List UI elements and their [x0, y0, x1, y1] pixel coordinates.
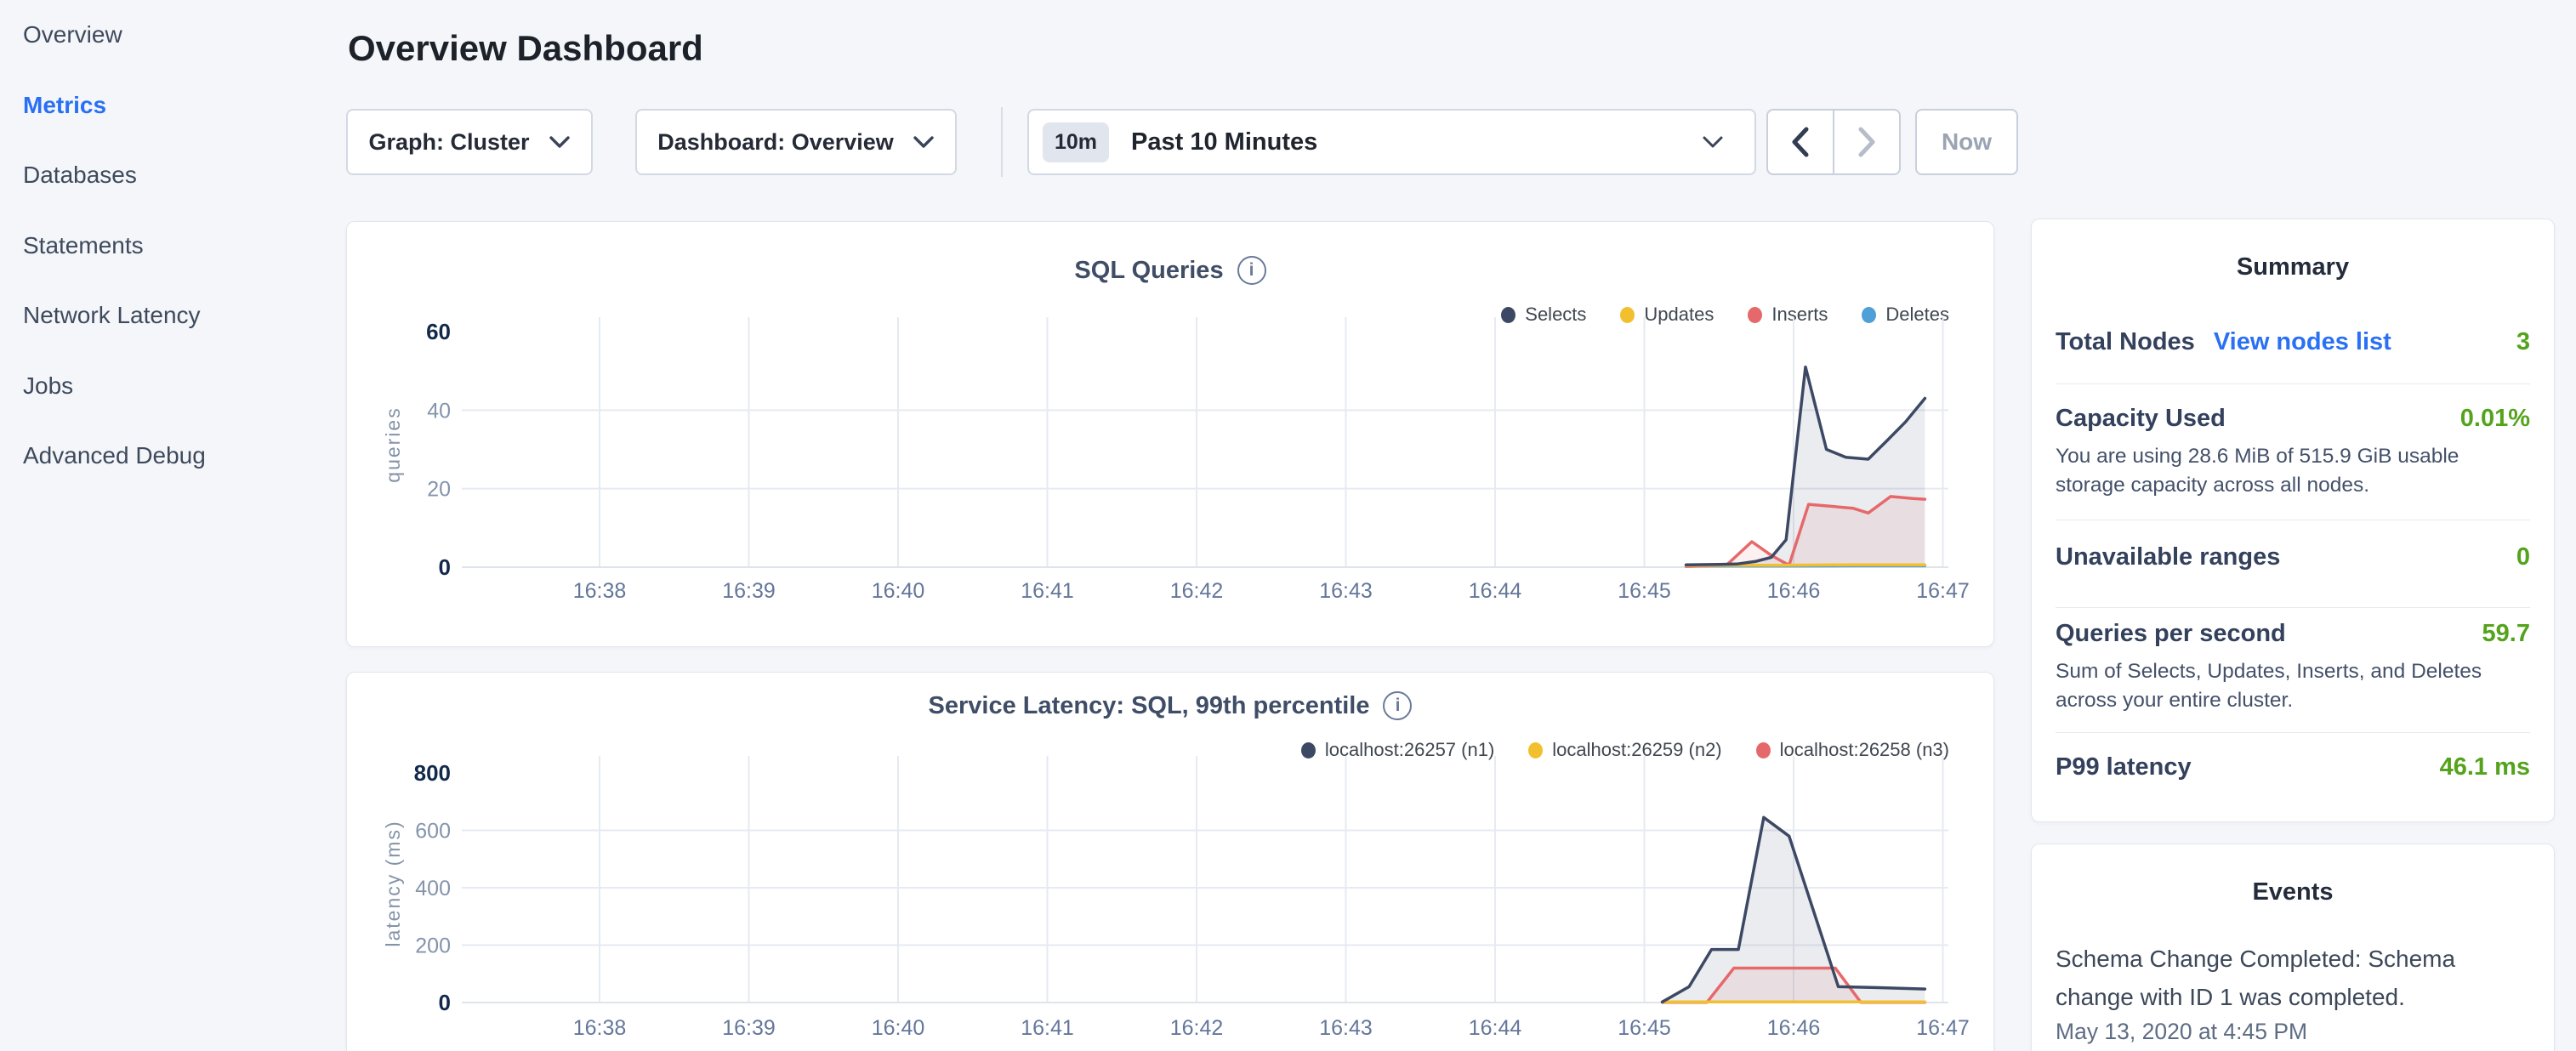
time-range-badge: 10m — [1043, 122, 1109, 162]
prev-time-button[interactable] — [1768, 111, 1834, 173]
summary-divider — [2056, 732, 2530, 733]
chevron-down-icon — [1702, 135, 1724, 149]
sidebar-item-metrics[interactable]: Metrics — [0, 71, 340, 141]
sidebar-item-network-latency[interactable]: Network Latency — [0, 281, 340, 351]
sidebar-item-jobs[interactable]: Jobs — [0, 351, 340, 422]
summary-row: Unavailable ranges 0 — [2056, 543, 2530, 571]
summary-title: Summary — [2032, 253, 2554, 281]
x-tick-label: 16:44 — [1469, 579, 1522, 603]
graph-dropdown[interactable]: Graph: Cluster — [346, 109, 593, 175]
summary-row-label: Unavailable ranges — [2056, 543, 2280, 571]
page-title: Overview Dashboard — [348, 28, 703, 69]
summary-row-label: P99 latency — [2056, 753, 2192, 781]
chevron-down-icon — [549, 135, 571, 149]
y-tick-label: 60 — [426, 319, 451, 344]
x-tick-label: 16:44 — [1469, 1016, 1522, 1040]
x-tick-label: 16:45 — [1618, 1016, 1671, 1040]
x-tick-label: 16:43 — [1319, 579, 1373, 603]
event-timestamp: May 13, 2020 at 4:45 PM — [2056, 1019, 2530, 1045]
view-nodes-list-link[interactable]: View nodes list — [2214, 328, 2391, 356]
summary-row-value: 59.7 — [2482, 620, 2530, 648]
sql-queries-plot: 16:38 16:39 16:40 16:41 16:42 16:43 16:44 16:45… — [347, 222, 1995, 648]
x-tick-label: 16:41 — [1021, 1016, 1074, 1040]
sql-queries-chart-card: SQL Queries i SelectsUpdatesInsertsDelet… — [346, 221, 1994, 647]
sidebar-item-statements[interactable]: Statements — [0, 211, 340, 281]
x-tick-label: 16:42 — [1170, 1016, 1224, 1040]
summary-row-label: Capacity Used — [2056, 405, 2226, 433]
summary-row-value: 0.01% — [2460, 405, 2530, 433]
time-range-selector[interactable]: 10m Past 10 Minutes — [1027, 109, 1756, 175]
y-tick-label: 200 — [415, 935, 451, 958]
chevron-down-icon — [913, 135, 935, 149]
y-axis-label: latency (ms) — [382, 820, 404, 946]
dashboard-dropdown[interactable]: Dashboard: Overview — [635, 109, 957, 175]
y-tick-label: 400 — [415, 877, 451, 900]
sidebar-item-advanced-debug[interactable]: Advanced Debug — [0, 421, 340, 491]
summary-row-subtext: Sum of Selects, Updates, Inserts, and De… — [2056, 657, 2530, 715]
y-tick-label: 600 — [415, 820, 451, 844]
next-time-button[interactable] — [1834, 111, 1899, 173]
summary-row: Capacity Used 0.01% — [2056, 405, 2530, 433]
x-tick-label: 16:45 — [1618, 579, 1671, 603]
x-tick-label: 16:39 — [722, 579, 776, 603]
summary-row: P99 latency 46.1 ms — [2056, 753, 2530, 781]
sidebar-item-overview[interactable]: Overview — [0, 0, 340, 71]
time-range-label: Past 10 Minutes — [1131, 128, 1317, 156]
x-tick-label: 16:46 — [1767, 1016, 1821, 1040]
now-button-label: Now — [1942, 128, 1992, 156]
events-panel: Events Schema Change Completed: Schema c… — [2031, 844, 2555, 1051]
x-tick-label: 16:39 — [722, 1016, 776, 1040]
controls-divider — [1001, 107, 1003, 177]
summary-row: Total Nodes View nodes list 3 — [2056, 328, 2530, 356]
y-tick-label: 800 — [414, 760, 451, 786]
event-message: Schema Change Completed: Schema change w… — [2056, 940, 2530, 1016]
summary-row: Queries per second 59.7 — [2056, 620, 2530, 648]
x-tick-label: 16:47 — [1916, 1016, 1970, 1040]
x-tick-label: 16:42 — [1170, 579, 1224, 603]
y-tick-label: 0 — [439, 554, 451, 580]
events-title: Events — [2032, 878, 2554, 906]
x-tick-label: 16:40 — [872, 1016, 925, 1040]
service-latency-chart-card: Service Latency: SQL, 99th percentile i … — [346, 672, 1994, 1051]
summary-row-value: 0 — [2516, 543, 2530, 571]
chevron-left-icon — [1791, 127, 1810, 157]
summary-divider — [2056, 607, 2530, 608]
sidebar-nav: OverviewMetricsDatabasesStatementsNetwor… — [0, 0, 340, 1051]
x-tick-label: 16:38 — [573, 579, 627, 603]
y-tick-label: 40 — [427, 399, 451, 423]
summary-divider — [2056, 383, 2530, 384]
summary-row-value: 3 — [2516, 328, 2530, 356]
y-axis-label: queries — [382, 406, 404, 482]
x-tick-label: 16:41 — [1021, 579, 1074, 603]
overview-dashboard-page: OverviewMetricsDatabasesStatementsNetwor… — [0, 0, 2576, 1051]
chevron-right-icon — [1857, 127, 1876, 157]
y-tick-label: 0 — [439, 990, 451, 1015]
service-latency-plot: 16:38 16:39 16:40 16:41 16:42 16:43 16:44 16:45… — [347, 673, 1995, 1051]
y-tick-label: 20 — [427, 478, 451, 502]
dashboard-dropdown-label: Dashboard: Overview — [657, 129, 894, 156]
sidebar-item-databases[interactable]: Databases — [0, 140, 340, 211]
summary-row-value: 46.1 ms — [2440, 753, 2530, 781]
x-tick-label: 16:43 — [1319, 1016, 1373, 1040]
graph-dropdown-label: Graph: Cluster — [368, 129, 529, 156]
x-tick-label: 16:38 — [573, 1016, 627, 1040]
x-tick-label: 16:47 — [1916, 579, 1970, 603]
summary-row-subtext: You are using 28.6 MiB of 515.9 GiB usab… — [2056, 442, 2530, 500]
summary-row-label: Queries per second — [2056, 620, 2286, 648]
summary-panel: Summary Total Nodes View nodes list 3 Capac… — [2031, 219, 2555, 822]
time-step-buttons — [1766, 109, 1901, 175]
now-button[interactable]: Now — [1915, 109, 2018, 175]
x-tick-label: 16:46 — [1767, 579, 1821, 603]
summary-row-label: Total Nodes — [2056, 328, 2195, 356]
x-tick-label: 16:40 — [872, 579, 925, 603]
